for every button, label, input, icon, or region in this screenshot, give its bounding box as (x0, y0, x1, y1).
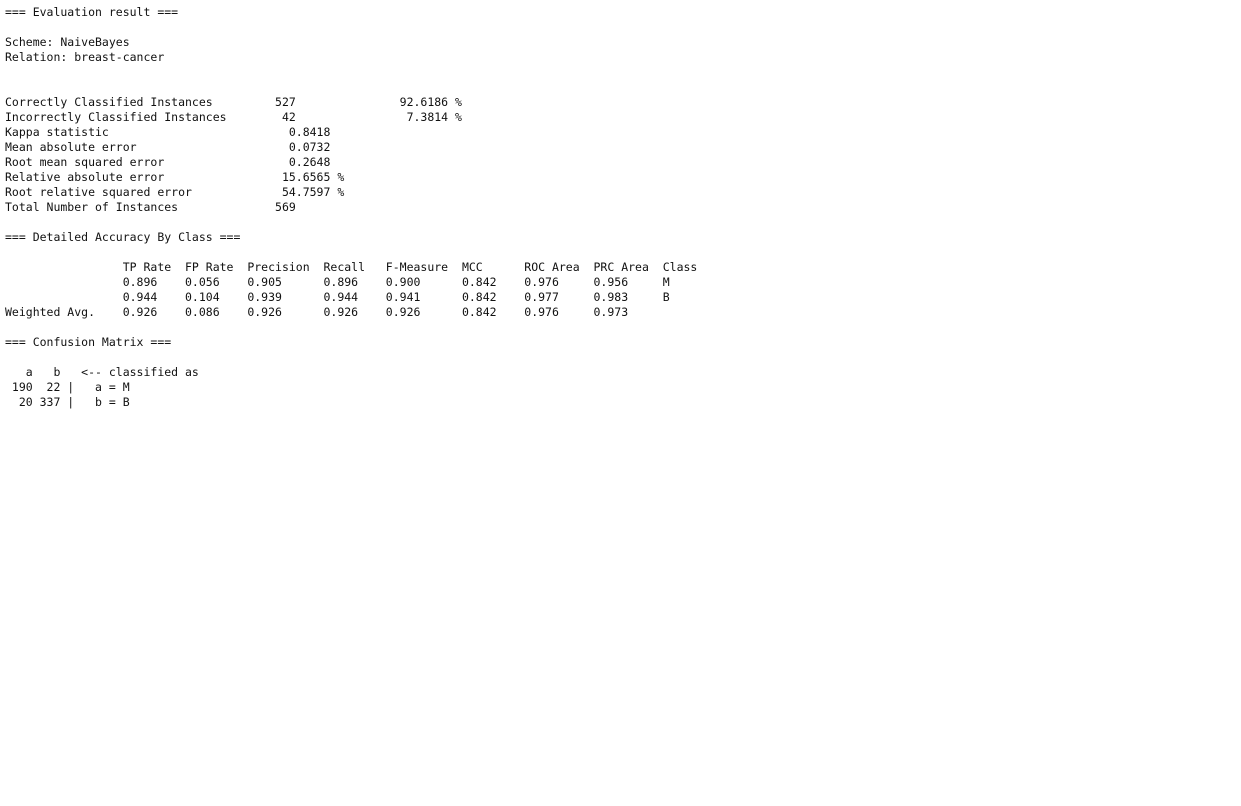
accuracy-row-class-m: 0.896 0.056 0.905 0.896 0.900 0.842 0.97… (5, 275, 670, 289)
stat-mean-absolute-error: Mean absolute error 0.0732 (5, 140, 331, 154)
accuracy-row-weighted-avg: Weighted Avg. 0.926 0.086 0.926 0.926 0.… (5, 305, 629, 319)
confusion-matrix-row-b: 20 337 | b = B (5, 395, 130, 409)
confusion-matrix-header: a b <-- classified as (5, 365, 199, 379)
stat-relative-absolute-error: Relative absolute error 15.6565 % (5, 170, 345, 184)
stat-correctly-classified: Correctly Classified Instances 527 92.61… (5, 95, 462, 109)
stat-kappa: Kappa statistic 0.8418 (5, 125, 331, 139)
section-header-detailed-accuracy: === Detailed Accuracy By Class === (5, 230, 241, 244)
section-header-evaluation-result: === Evaluation result === (5, 5, 179, 19)
relation-line: Relation: breast-cancer (5, 50, 165, 64)
stat-root-relative-squared-error: Root relative squared error 54.7597 % (5, 185, 345, 199)
confusion-matrix-row-a: 190 22 | a = M (5, 380, 130, 394)
accuracy-table-header: TP Rate FP Rate Precision Recall F-Measu… (5, 260, 698, 274)
stat-incorrectly-classified: Incorrectly Classified Instances 42 7.38… (5, 110, 462, 124)
scheme-line: Scheme: NaiveBayes (5, 35, 130, 49)
accuracy-row-class-b: 0.944 0.104 0.939 0.944 0.941 0.842 0.97… (5, 290, 670, 304)
section-header-confusion-matrix: === Confusion Matrix === (5, 335, 172, 349)
evaluation-output: === Evaluation result === Scheme: NaiveBa… (5, 5, 697, 410)
stat-total-instances: Total Number of Instances 569 (5, 200, 296, 214)
stat-root-mean-squared-error: Root mean squared error 0.2648 (5, 155, 331, 169)
